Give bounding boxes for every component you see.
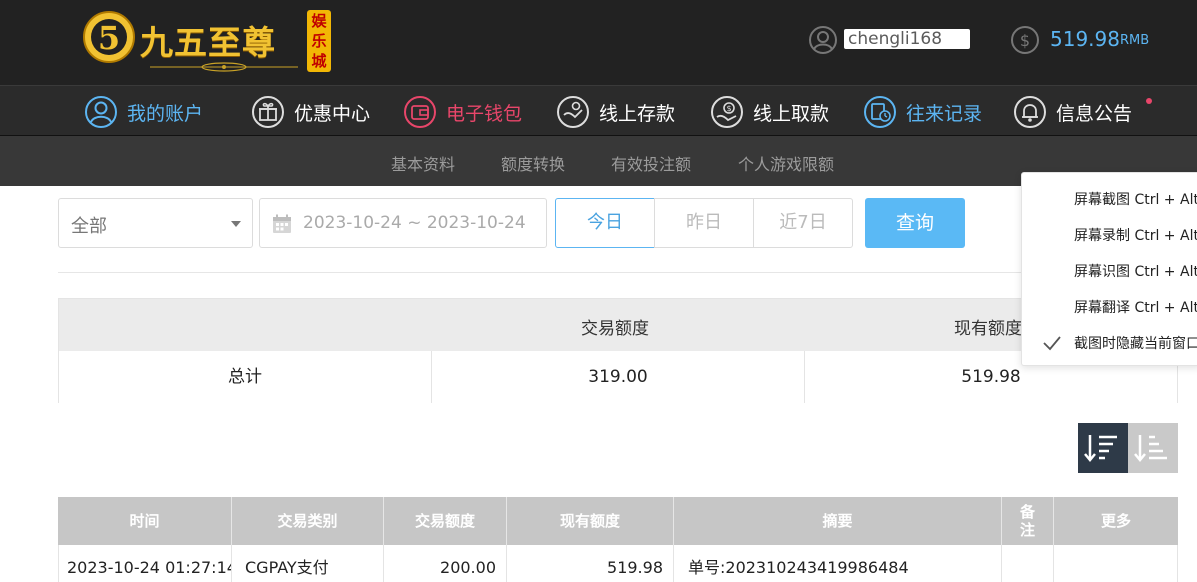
search-button[interactable]: 查询 — [865, 198, 965, 248]
nav-label-announcements: 信息公告 — [1056, 102, 1133, 125]
nav-label-promotions: 优惠中心 — [294, 102, 371, 125]
nav-item-transaction-records[interactable]: 往来记录 — [863, 94, 982, 130]
yesterday-button[interactable]: 昨日 — [654, 198, 754, 248]
logo-badge: 娱乐城 — [307, 10, 331, 72]
table-row: 2023-10-24 01:27:14 CGPAY支付 200.00 519.9… — [58, 545, 1178, 582]
records-header: 时间 交易类别 交易额度 现有额度 摘要 备注 更多 — [58, 497, 1178, 545]
bell-icon — [1014, 96, 1046, 128]
records-header-remark: 备注 — [1002, 497, 1054, 545]
sort-asc-button[interactable] — [1128, 423, 1178, 473]
sort-desc-icon — [1084, 435, 1117, 462]
menu-item-screenshot-label: 屏幕截图 Ctrl + Alt + A — [1074, 192, 1197, 208]
menu-item-hide-window-label: 截图时隐藏当前窗口 — [1074, 336, 1197, 352]
last-7-days-button[interactable]: 近7日 — [753, 198, 853, 248]
nav-item-my-account[interactable]: 我的账户 — [84, 94, 203, 130]
record-time: 2023-10-24 01:27:14 — [59, 545, 232, 582]
nav-label-transaction-records: 往来记录 — [906, 102, 983, 125]
type-select[interactable]: 全部 — [58, 198, 253, 248]
nav-label-online-withdraw: 线上取款 — [753, 102, 830, 125]
withdraw-icon: $ — [711, 96, 743, 128]
screenshot-context-menu: 屏幕截图 Ctrl + Alt + A 屏幕录制 Ctrl + Alt + S … — [1021, 172, 1197, 366]
records-header-balance: 现有额度 — [507, 497, 674, 545]
wallet-icon — [404, 96, 436, 128]
user-circle-icon — [85, 96, 117, 128]
logo-text: 九五至尊 — [140, 23, 276, 62]
menu-item-screen-record[interactable]: 屏幕录制 Ctrl + Alt + S — [1022, 217, 1197, 253]
svg-text:$: $ — [726, 104, 731, 113]
date-range-input[interactable]: 2023-10-24 ~ 2023-10-24 — [259, 198, 547, 248]
caret-down-icon — [231, 221, 241, 227]
subnav-valid-bets[interactable]: 有效投注额 — [611, 151, 691, 175]
summary-header: 交易额度 现有额度 — [59, 299, 1177, 351]
notification-dot — [1146, 98, 1152, 104]
logo-mark-glyph: 5 — [98, 19, 120, 57]
balance-unit: RMB — [1120, 33, 1150, 48]
sub-nav: 基本资料 额度转换 有效投注额 个人游戏限额 — [0, 136, 1197, 186]
summary-row: 总计 319.00 519.98 — [59, 351, 1177, 403]
svg-text:$: $ — [1020, 31, 1030, 50]
record-remark — [1002, 545, 1054, 582]
logo-mark-icon: 5 — [83, 11, 135, 63]
type-select-value: 全部 — [71, 216, 107, 237]
records-header-time: 时间 — [58, 497, 232, 545]
site-logo[interactable]: 5 九五至尊 娱乐城 — [82, 6, 332, 72]
menu-item-hide-window[interactable]: 截图时隐藏当前窗口 — [1022, 325, 1197, 361]
date-range-value: 2023-10-24 ~ 2023-10-24 — [303, 213, 526, 233]
summary-table: 交易额度 现有额度 总计 319.00 519.98 — [58, 298, 1178, 403]
nav-label-my-account: 我的账户 — [127, 102, 204, 125]
summary-header-amount: 交易额度 — [581, 319, 649, 339]
nav-label-online-deposit: 线上存款 — [599, 102, 676, 125]
top-header: 5 九五至尊 娱乐城 chengli168 $ 519.98 RMB — [0, 0, 1197, 85]
logo-flourish-decoration — [150, 62, 298, 72]
subnav-credit-transfer[interactable]: 额度转换 — [501, 151, 565, 175]
today-button[interactable]: 今日 — [555, 198, 655, 248]
sort-desc-button[interactable] — [1078, 423, 1128, 473]
summary-total-amount: 319.00 — [432, 351, 805, 403]
nav-item-online-deposit[interactable]: 线上存款 — [556, 94, 675, 130]
record-type: CGPAY支付 — [232, 545, 384, 582]
summary-header-balance: 现有额度 — [954, 319, 1022, 339]
divider — [58, 272, 1178, 273]
records-header-summary: 摘要 — [674, 497, 1002, 545]
nav-item-promotions[interactable]: 优惠中心 — [251, 94, 370, 130]
logo-badge-text: 娱乐城 — [311, 12, 327, 70]
nav-label-e-wallet: 电子钱包 — [446, 102, 523, 125]
menu-item-screen-translate-label: 屏幕翻译 Ctrl + Alt + F — [1074, 300, 1197, 316]
summary-total-label: 总计 — [59, 351, 432, 403]
user-avatar-icon — [809, 26, 837, 54]
record-more[interactable] — [1054, 545, 1178, 582]
records-header-type: 交易类别 — [232, 497, 384, 545]
menu-item-screen-ocr-label: 屏幕识图 Ctrl + Alt + O — [1074, 264, 1197, 280]
records-header-more: 更多 — [1100, 512, 1131, 530]
subnav-basic-info[interactable]: 基本资料 — [391, 151, 455, 175]
records-icon — [864, 96, 896, 128]
subnav-game-limits[interactable]: 个人游戏限额 — [738, 151, 834, 175]
records-header-amount: 交易额度 — [384, 497, 507, 545]
nav-item-announcements[interactable]: 信息公告 — [1013, 94, 1132, 130]
nav-item-e-wallet[interactable]: 电子钱包 — [403, 94, 522, 130]
gift-icon — [252, 96, 284, 128]
nav-item-online-withdraw[interactable]: $ 线上取款 — [710, 94, 829, 130]
calendar-icon — [273, 214, 291, 233]
record-balance: 519.98 — [507, 545, 674, 582]
balance-amount: 519.98 — [1050, 27, 1120, 51]
sort-asc-icon — [1134, 435, 1167, 462]
menu-item-screen-translate[interactable]: 屏幕翻译 Ctrl + Alt + F — [1022, 289, 1197, 325]
checkmark-icon — [1043, 336, 1061, 351]
menu-item-screenshot[interactable]: 屏幕截图 Ctrl + Alt + A — [1022, 181, 1197, 217]
menu-item-screen-ocr[interactable]: 屏幕识图 Ctrl + Alt + O — [1022, 253, 1197, 289]
username: chengli168 — [844, 29, 970, 49]
record-amount: 200.00 — [384, 545, 507, 582]
main-nav: 我的账户 优惠中心 电子钱包 线上存款 $ 线上取款 往来记录 信息公告 — [0, 85, 1197, 136]
menu-item-screen-record-label: 屏幕录制 Ctrl + Alt + S — [1074, 228, 1197, 244]
coin-icon: $ — [1011, 26, 1039, 54]
deposit-icon — [557, 96, 589, 128]
record-summary: 单号:202310243419986484 — [674, 545, 1002, 582]
